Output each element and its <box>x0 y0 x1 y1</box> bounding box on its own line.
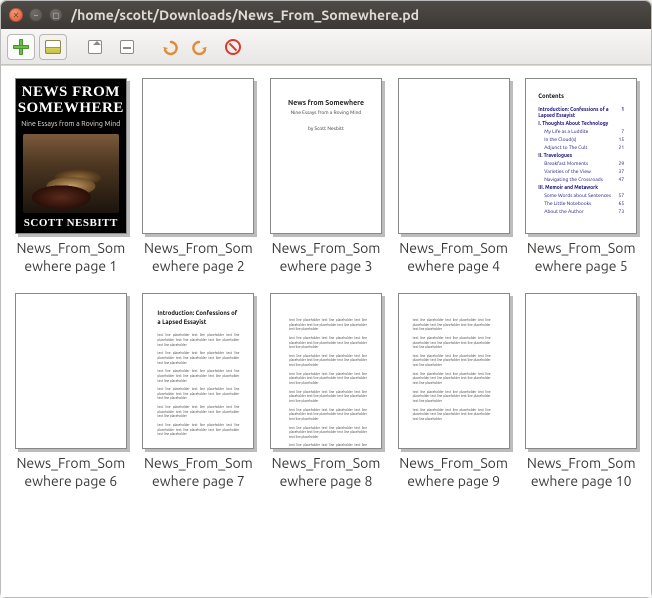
titlepage-sub: Nine Essays from a Roving Mind <box>281 109 371 115</box>
thumbnail-item-page-10[interactable]: News_From_Somewhere page 10 <box>521 293 641 490</box>
thumbnail-item-page-9[interactable]: text line placeholder text line placehol… <box>394 293 514 490</box>
page-thumbnail[interactable]: News from Somewhere Nine Essays from a Ro… <box>270 78 382 234</box>
thumbnail-caption: News_From_Somewhere page 4 <box>396 240 512 275</box>
page-thumbnail[interactable]: NEWS FROMSOMEWHERE Nine Essays from a Rov… <box>15 78 127 234</box>
page-thumbnail[interactable]: ContentsIntroduction: Confessions of a L… <box>525 78 637 234</box>
thumbnail-area[interactable]: NEWS FROMSOMEWHERE Nine Essays from a Rov… <box>1 65 651 597</box>
titlepage-heading: News from Somewhere <box>281 99 371 107</box>
thumbnail-item-page-1[interactable]: NEWS FROMSOMEWHERE Nine Essays from a Rov… <box>11 78 131 275</box>
remove-icon <box>120 40 134 54</box>
cancel-icon <box>225 39 241 55</box>
page-thumbnail[interactable] <box>525 293 637 449</box>
titlepage-byline: by Scott Nesbitt <box>281 125 371 131</box>
plus-icon <box>13 39 29 55</box>
export-icon <box>88 40 102 54</box>
page-thumbnail[interactable] <box>15 293 127 449</box>
scan-button[interactable] <box>39 34 67 60</box>
maximize-icon[interactable]: ▢ <box>49 8 63 22</box>
page-thumbnail[interactable] <box>142 78 254 234</box>
thumbnail-item-page-7[interactable]: Introduction: Confessions of a Lapsed Es… <box>139 293 259 490</box>
thumbnail-item-page-2[interactable]: News_From_Somewhere page 2 <box>139 78 259 275</box>
thumbnail-caption: News_From_Somewhere page 2 <box>140 240 256 275</box>
thumbnail-item-page-5[interactable]: ContentsIntroduction: Confessions of a L… <box>521 78 641 275</box>
page-thumbnail[interactable] <box>398 78 510 234</box>
thumbnail-item-page-6[interactable]: News_From_Somewhere page 6 <box>11 293 131 490</box>
thumbnail-caption: News_From_Somewhere page 10 <box>523 455 639 490</box>
cover-subtitle: Nine Essays from a Roving Mind <box>21 120 120 128</box>
redo-button[interactable] <box>187 34 215 60</box>
minimize-icon[interactable]: – <box>29 8 43 22</box>
thumbnail-caption: News_From_Somewhere page 8 <box>268 455 384 490</box>
window-controls: ✕ – ▢ <box>9 8 63 22</box>
toolbar <box>1 29 651 65</box>
add-button[interactable] <box>7 34 35 60</box>
export-button[interactable] <box>81 34 109 60</box>
window-title: /home/scott/Downloads/News_From_Somewher… <box>71 7 419 23</box>
scanner-icon <box>45 40 61 54</box>
thumbnail-item-page-8[interactable]: text line placeholder text line placehol… <box>266 293 386 490</box>
thumbnail-caption: News_From_Somewhere page 3 <box>268 240 384 275</box>
chapter-heading: Introduction: Confessions of a Lapsed Es… <box>157 310 239 327</box>
thumbnail-caption: News_From_Somewhere page 1 <box>13 240 129 275</box>
thumbnail-grid: NEWS FROMSOMEWHERE Nine Essays from a Rov… <box>11 78 641 490</box>
undo-button[interactable] <box>155 34 183 60</box>
remove-button[interactable] <box>113 34 141 60</box>
cancel-button[interactable] <box>219 34 247 60</box>
cover-title: NEWS FROMSOMEWHERE <box>18 85 124 117</box>
page-thumbnail[interactable]: text line placeholder text line placehol… <box>398 293 510 449</box>
toc: ContentsIntroduction: Confessions of a L… <box>526 79 636 230</box>
title-bar: ✕ – ▢ /home/scott/Downloads/News_From_So… <box>1 1 651 29</box>
close-icon[interactable]: ✕ <box>9 8 23 22</box>
page-thumbnail[interactable]: text line placeholder text line placehol… <box>270 293 382 449</box>
thumbnail-caption: News_From_Somewhere page 7 <box>140 455 256 490</box>
thumbnail-caption: News_From_Somewhere page 5 <box>523 240 639 275</box>
thumbnail-caption: News_From_Somewhere page 9 <box>396 455 512 490</box>
page-thumbnail[interactable]: Introduction: Confessions of a Lapsed Es… <box>142 293 254 449</box>
thumbnail-caption: News_From_Somewhere page 6 <box>13 455 129 490</box>
thumbnail-item-page-3[interactable]: News from Somewhere Nine Essays from a Ro… <box>266 78 386 275</box>
cover-photo <box>23 134 119 214</box>
redo-icon <box>192 38 210 56</box>
undo-icon <box>160 38 178 56</box>
cover-author: SCOTT NESBITT <box>24 217 118 229</box>
thumbnail-item-page-4[interactable]: News_From_Somewhere page 4 <box>394 78 514 275</box>
